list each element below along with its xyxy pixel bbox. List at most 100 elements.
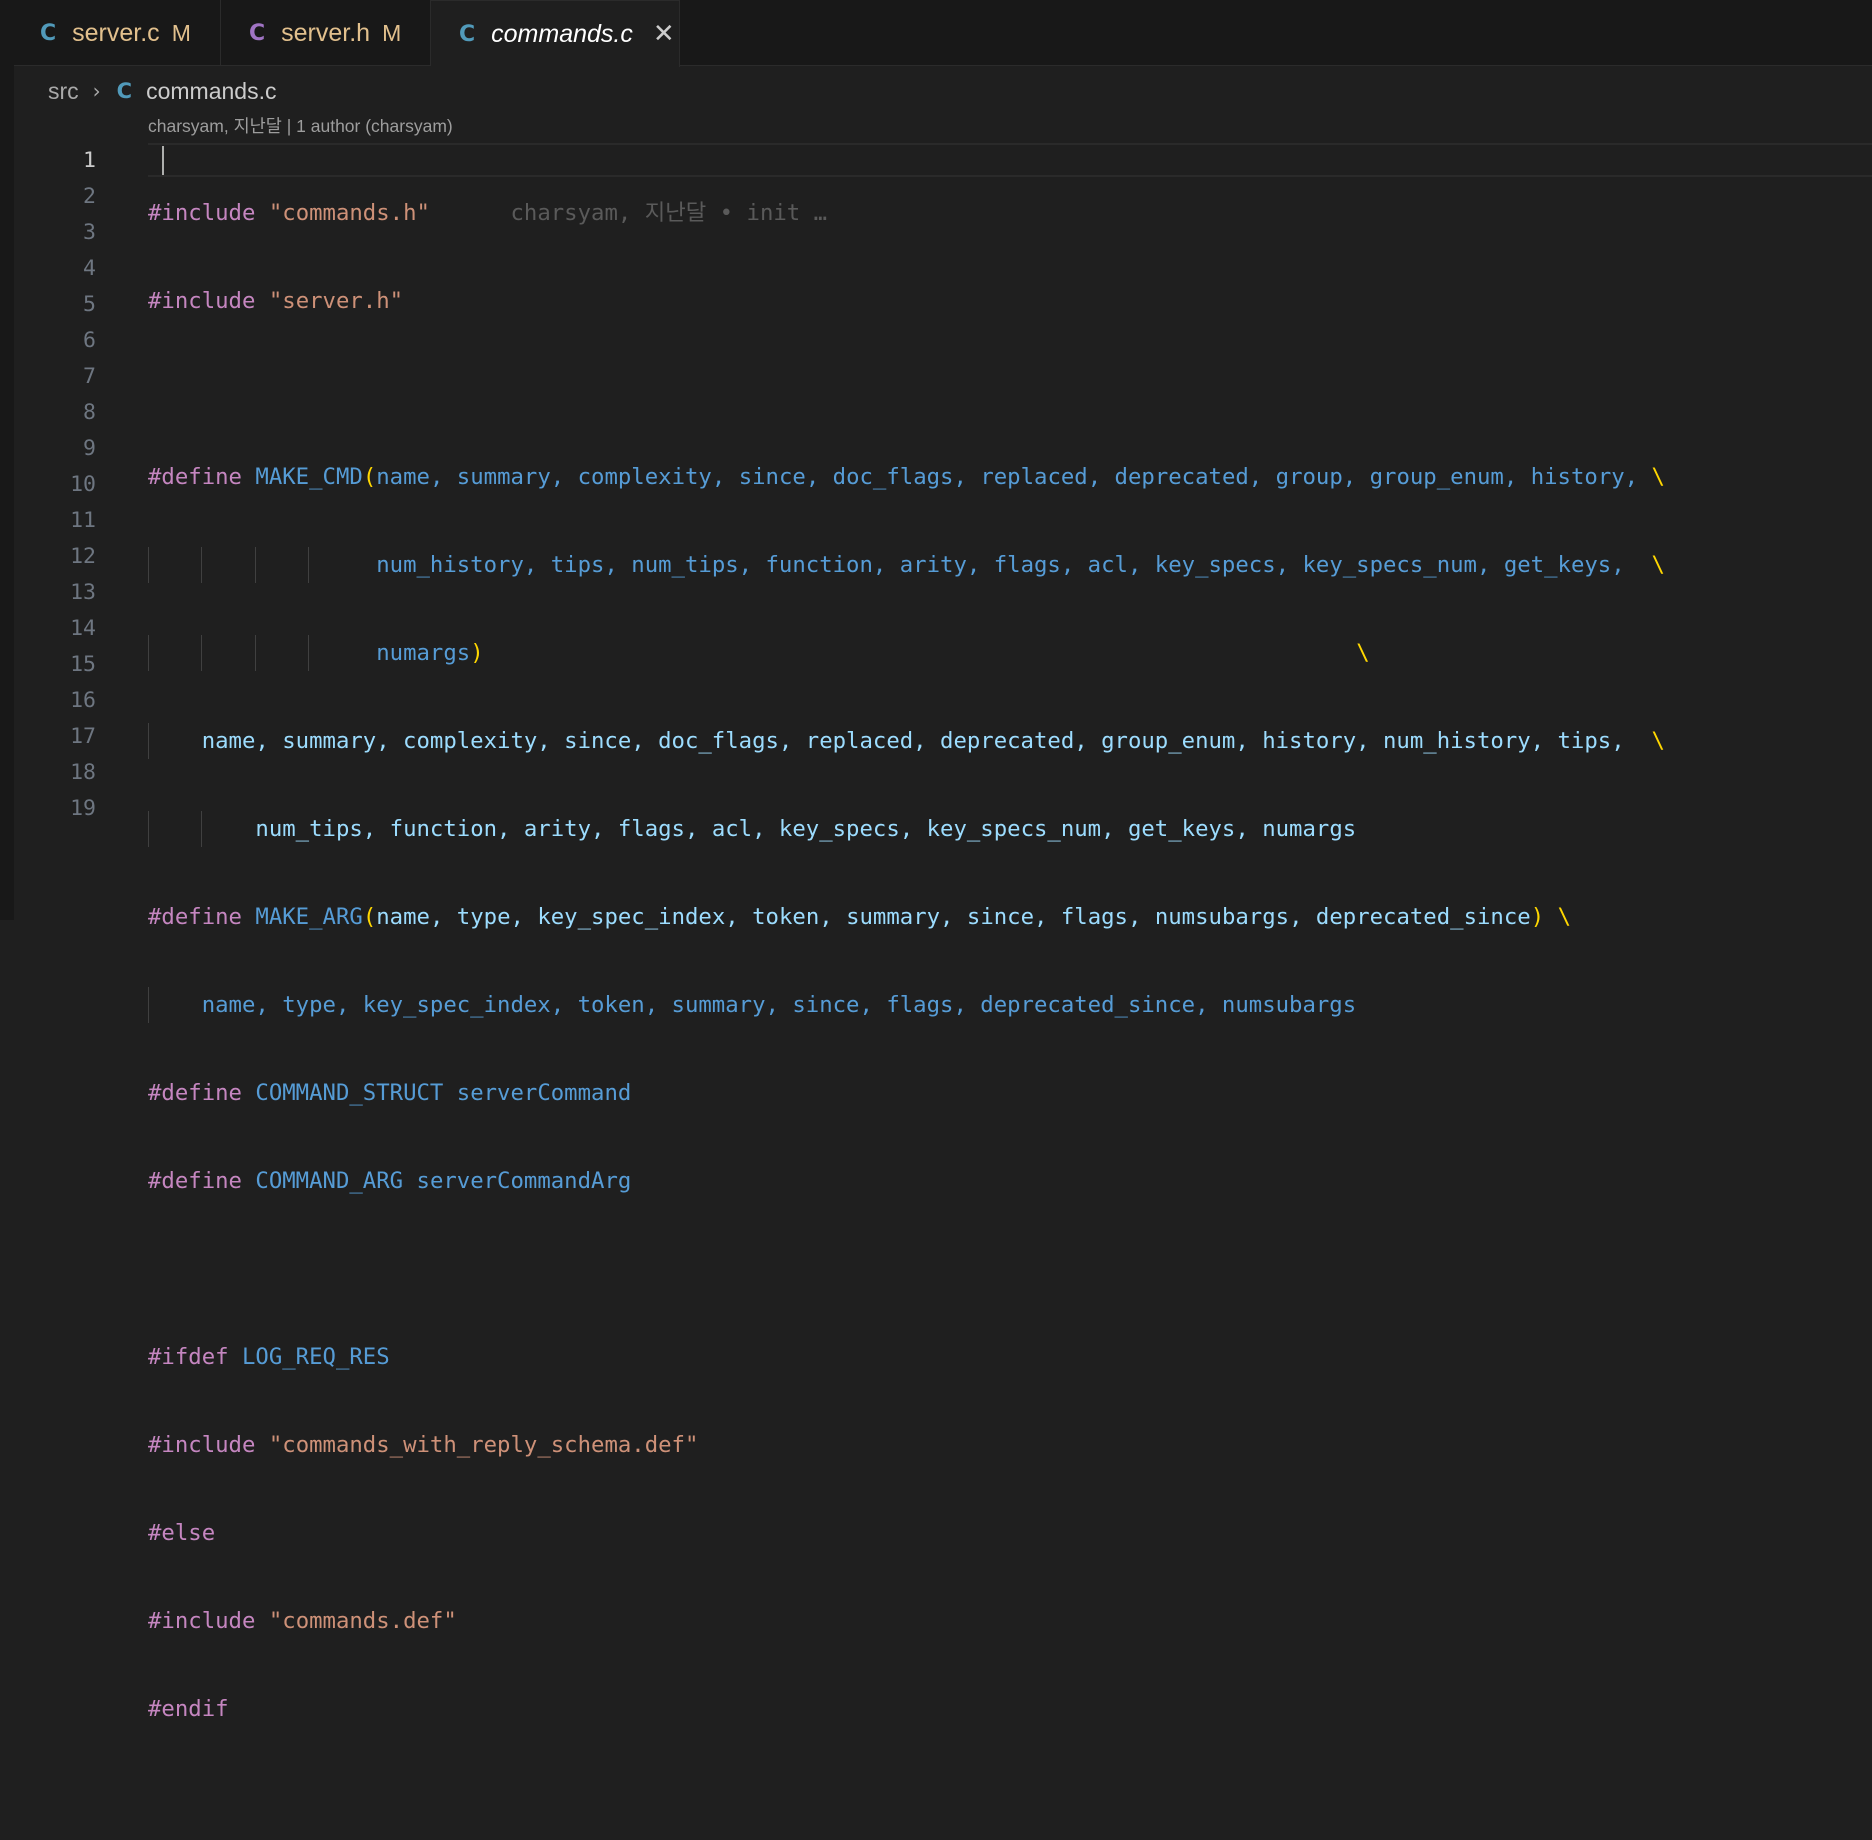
macro-name: COMMAND_ARG (255, 1168, 404, 1194)
macro-name: COMMAND_STRUCT (255, 1080, 444, 1106)
code-editor-text[interactable]: #include "commands.h" charsyam, 지난달 • in… (148, 143, 1665, 1840)
line-continuation: \ (1557, 904, 1572, 930)
breadcrumb-folder[interactable]: src (48, 78, 79, 105)
indent-guide (201, 811, 202, 847)
code-line: #include "commands.h" charsyam, 지난달 • in… (148, 195, 1665, 231)
macro-name: MAKE_CMD (255, 464, 363, 490)
indent-guide (255, 547, 256, 583)
code-line: #include "server.h" (148, 283, 1665, 319)
indent-guide (148, 635, 149, 671)
line-number: 1 (83, 148, 96, 173)
c-file-icon: C (116, 79, 133, 103)
directive-keyword: #define (148, 1080, 242, 1106)
string-literal: "commands_with_reply_schema.def" (268, 1432, 699, 1458)
line-number: 19 (70, 796, 96, 821)
directive-keyword: #include (148, 288, 256, 314)
code-line: #ifdef LOG_REQ_RES (148, 1339, 1665, 1375)
line-number: 5 (83, 292, 96, 317)
tab-label: server.c (72, 18, 160, 47)
activity-strip (0, 0, 15, 920)
code-line: #endif (148, 1691, 1665, 1727)
line-continuation: \ (1651, 552, 1665, 578)
indent-guide (148, 547, 149, 583)
macro-params: name, summary, complexity, since, doc_fl… (376, 464, 1639, 490)
code-line: #include "commands_with_reply_schema.def… (148, 1427, 1665, 1463)
editor: C server.c M C server.h M C commands.c ✕… (14, 0, 1872, 1722)
macro-name: MAKE_ARG (255, 904, 363, 930)
directive-keyword: #else (148, 1520, 216, 1546)
indent-guide (201, 635, 202, 671)
macro-name: LOG_REQ_RES (241, 1344, 390, 1370)
close-paren: ) (1530, 904, 1545, 930)
line-number: 3 (83, 220, 96, 245)
code-line: name, type, key_spec_index, token, summa… (148, 987, 1665, 1023)
close-icon[interactable]: ✕ (653, 19, 675, 49)
code-line: #include "commands.def" (148, 1603, 1665, 1639)
indent-guide (148, 811, 149, 847)
macro-value: serverCommand (456, 1080, 632, 1106)
directive-keyword: #include (148, 1608, 256, 1634)
c-file-icon: C (459, 21, 476, 47)
code-line: num_history, tips, num_tips, function, a… (148, 547, 1665, 583)
c-header-file-icon: C (249, 20, 266, 46)
line-number: 18 (70, 760, 96, 785)
line-number: 11 (70, 508, 96, 533)
codelens-blame[interactable]: charsyam, 지난달 | 1 author (charsyam) (148, 113, 453, 138)
line-number: 8 (83, 400, 96, 425)
string-literal: "commands.def" (268, 1608, 457, 1634)
code-line: #define MAKE_CMD(name, summary, complexi… (148, 459, 1665, 495)
open-paren: ( (362, 464, 377, 490)
indent-guide (255, 635, 256, 671)
tab-server-c[interactable]: C server.c M (14, 0, 221, 66)
line-number: 4 (83, 256, 96, 281)
inline-blame[interactable]: charsyam, 지난달 • init … (510, 200, 827, 226)
breadcrumb: src › C commands.c (48, 73, 276, 109)
indent-guide (148, 987, 149, 1023)
code-line: num_tips, function, arity, flags, acl, k… (148, 811, 1665, 847)
line-number: 13 (70, 580, 96, 605)
directive-keyword: #endif (148, 1696, 229, 1722)
macro-body: num_tips, function, arity, flags, acl, k… (255, 816, 1357, 842)
string-literal: "commands.h" (268, 200, 430, 226)
code-line: name, summary, complexity, since, doc_fl… (148, 723, 1665, 759)
indent-guide (201, 547, 202, 583)
line-number: 12 (70, 544, 96, 569)
tab-label: commands.c (491, 19, 633, 48)
indent-guide (308, 635, 309, 671)
directive-keyword: #define (148, 464, 242, 490)
macro-params: name, type, key_spec_index, token, summa… (376, 904, 1531, 930)
directive-keyword: #include (148, 1432, 256, 1458)
macro-body: name, type, key_spec_index, token, summa… (201, 992, 1357, 1018)
line-number: 2 (83, 184, 96, 209)
code-line: #define COMMAND_STRUCT serverCommand (148, 1075, 1665, 1111)
chevron-right-icon: › (92, 79, 101, 103)
line-number: 7 (83, 364, 96, 389)
directive-keyword: #define (148, 1168, 242, 1194)
line-number: 17 (70, 724, 96, 749)
directive-keyword: #define (148, 904, 242, 930)
macro-value: serverCommandArg (416, 1168, 632, 1194)
line-number: 6 (83, 328, 96, 353)
breadcrumb-file[interactable]: commands.c (146, 78, 276, 105)
line-continuation: \ (1356, 640, 1370, 666)
line-number: 10 (70, 472, 96, 497)
line-number: 9 (83, 436, 96, 461)
code-line: #else (148, 1515, 1665, 1551)
line-continuation: \ (1651, 464, 1665, 490)
macro-params: numargs (376, 640, 471, 666)
c-file-icon: C (40, 20, 57, 46)
line-number: 14 (70, 616, 96, 641)
code-line: numargs) \ (148, 635, 1665, 671)
modified-badge: M (171, 19, 191, 46)
tab-commands-c[interactable]: C commands.c ✕ (431, 0, 680, 67)
tab-server-h[interactable]: C server.h M (221, 0, 431, 66)
line-continuation: \ (1651, 728, 1665, 754)
line-number-gutter: 1 2 3 4 5 6 7 8 9 10 11 12 13 14 15 16 1… (14, 143, 96, 827)
indent-guide (148, 723, 149, 759)
code-line: #define MAKE_ARG(name, type, key_spec_in… (148, 899, 1665, 935)
line-number: 16 (70, 688, 96, 713)
modified-badge: M (382, 19, 402, 46)
